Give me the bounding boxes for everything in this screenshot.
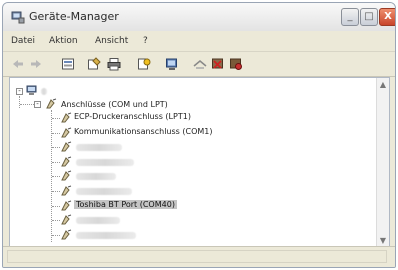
forward-arrow-icon[interactable] bbox=[29, 57, 43, 71]
status-pane bbox=[7, 250, 387, 263]
port-connector-icon bbox=[61, 200, 72, 211]
device-label-selected[interactable]: Toshiba BT Port (COM40) bbox=[74, 199, 177, 209]
port-connector-icon bbox=[46, 98, 57, 109]
device-row[interactable]: ECP-Druckeranschluss (LPT1) bbox=[10, 111, 370, 125]
status-bar bbox=[3, 246, 395, 267]
device-row[interactable] bbox=[10, 140, 370, 154]
group-expander[interactable]: - bbox=[34, 101, 41, 108]
menu-ansicht[interactable]: Ansicht bbox=[95, 36, 128, 46]
view-icon[interactable] bbox=[61, 57, 75, 71]
vertical-scrollbar[interactable]: ▲ ▼ bbox=[376, 78, 389, 248]
tree-line bbox=[52, 220, 60, 222]
tree-line bbox=[52, 176, 60, 178]
tree-line bbox=[52, 205, 60, 207]
device-label-blurred bbox=[76, 231, 136, 239]
device-label-blurred bbox=[76, 158, 134, 166]
close-button[interactable]: X bbox=[379, 8, 395, 26]
tree-line bbox=[52, 147, 60, 149]
port-connector-icon bbox=[61, 170, 72, 181]
device-label-blurred bbox=[76, 217, 120, 225]
device-row[interactable]: Toshiba BT Port (COM40) bbox=[10, 199, 370, 213]
root-label-blurred bbox=[41, 88, 47, 95]
device-tree-pane[interactable]: - - Anschlüsse (COM und LPT) ECP-Drucker… bbox=[9, 77, 390, 249]
menu-aktion[interactable]: Aktion bbox=[49, 36, 78, 46]
title-bar[interactable]: Geräte-Manager _ □ X bbox=[3, 3, 395, 32]
port-connector-icon bbox=[61, 156, 72, 167]
scan-hardware-icon[interactable] bbox=[165, 57, 179, 71]
group-label-ports[interactable]: Anschlüsse (COM und LPT) bbox=[61, 100, 168, 109]
port-connector-icon bbox=[61, 141, 72, 152]
device-row[interactable] bbox=[10, 213, 370, 227]
scroll-down-button[interactable]: ▼ bbox=[378, 236, 388, 246]
menu-bar: Datei Aktion Ansicht ? bbox=[3, 31, 395, 51]
computer-icon bbox=[26, 85, 37, 95]
toolbar bbox=[3, 51, 395, 77]
device-row[interactable] bbox=[10, 155, 370, 169]
help-icon[interactable] bbox=[137, 57, 151, 71]
scroll-up-button[interactable]: ▲ bbox=[378, 80, 388, 90]
port-connector-icon bbox=[61, 229, 72, 240]
tree-line bbox=[52, 118, 60, 119]
device-manager-window: Geräte-Manager _ □ X Datei Aktion Ansich… bbox=[2, 2, 396, 268]
device-label[interactable]: ECP-Druckeranschluss (LPT1) bbox=[74, 112, 191, 121]
device-label-blurred bbox=[76, 188, 132, 195]
device-manager-icon bbox=[11, 11, 25, 24]
tree-line bbox=[52, 161, 60, 163]
port-connector-icon bbox=[61, 185, 72, 196]
tree-line bbox=[52, 132, 60, 134]
update-driver-icon[interactable] bbox=[193, 57, 207, 71]
root-expander[interactable]: - bbox=[16, 88, 23, 95]
properties-icon[interactable] bbox=[87, 57, 101, 71]
uninstall-icon[interactable] bbox=[211, 57, 225, 71]
device-label-blurred bbox=[76, 173, 116, 181]
device-row[interactable] bbox=[10, 228, 370, 242]
print-icon[interactable] bbox=[107, 57, 121, 71]
port-connector-icon bbox=[61, 214, 72, 225]
device-row[interactable]: Kommunikationsanschluss (COM1) bbox=[10, 126, 370, 140]
tree-line bbox=[52, 191, 60, 192]
menu-help[interactable]: ? bbox=[143, 36, 148, 46]
port-connector-icon bbox=[61, 127, 72, 138]
tree-line bbox=[20, 104, 34, 105]
back-arrow-icon[interactable] bbox=[11, 57, 25, 71]
device-row[interactable] bbox=[10, 184, 370, 198]
tree-line bbox=[19, 96, 20, 108]
device-label-blurred bbox=[76, 144, 122, 152]
port-connector-icon bbox=[61, 112, 72, 123]
minimize-button[interactable]: _ bbox=[341, 8, 359, 26]
window-title: Geräte-Manager bbox=[29, 10, 119, 23]
device-label[interactable]: Kommunikationsanschluss (COM1) bbox=[74, 127, 212, 136]
disable-icon[interactable] bbox=[229, 57, 243, 71]
maximize-button[interactable]: □ bbox=[360, 8, 378, 26]
menu-datei[interactable]: Datei bbox=[11, 36, 35, 46]
tree-line bbox=[52, 234, 60, 236]
device-row[interactable] bbox=[10, 169, 370, 183]
